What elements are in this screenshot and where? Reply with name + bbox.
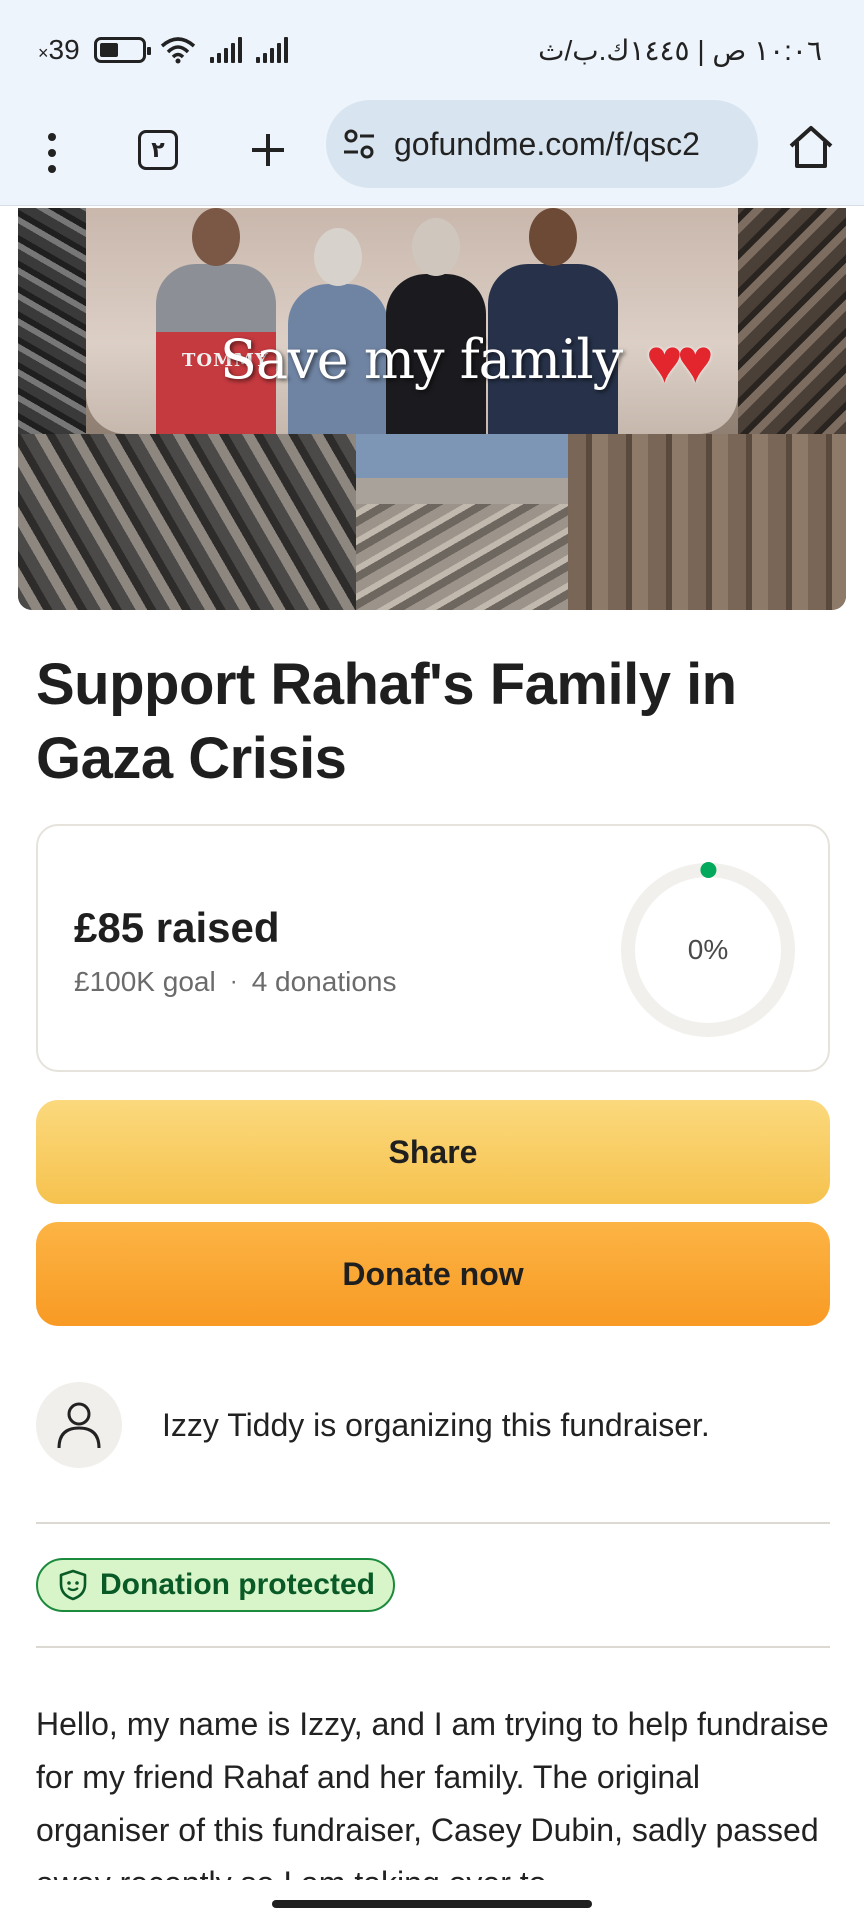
organizer-avatar [36,1382,122,1468]
heart-icon: ♥♥ [646,327,714,396]
goal-amount: £100K goal [74,966,216,997]
progress-percent: 0% [687,934,729,965]
amount-raised: £85 raised [74,904,280,951]
badge-label: Donation protected [100,1568,375,1601]
campaign-title: Support Rahaf's Family in Gaza Crisis [36,652,737,791]
battery-level: ×39 [38,34,80,65]
divider [36,1522,830,1524]
status-bar: ×39 ١٠:٠٦ ص | ١٤٤٥ك.ب/ث [0,0,864,100]
tab-count: ٢ [151,137,165,162]
donate-now-button[interactable]: Donate now [36,1222,830,1326]
divider [36,1646,830,1648]
hero-caption: Save my family [220,328,623,391]
status-left: ×39 [38,34,288,66]
shield-icon [59,1569,87,1601]
goal-separator: · [229,968,238,995]
donation-protected-badge[interactable]: Donation protected [36,1558,395,1612]
browser-toolbar: ٢ gofundme.com/f/qsc2 [0,100,864,206]
url-text: gofundme.com/f/qsc2 [394,125,700,162]
signal-icon-2 [255,37,288,63]
kebab-icon[interactable] [40,122,64,184]
new-tab-button[interactable] [242,124,294,176]
goal-line: £100K goal · 4 donations [74,966,396,998]
signal-icon-1 [209,37,242,63]
wifi-icon [160,37,195,64]
address-bar[interactable]: gofundme.com/f/qsc2 [326,100,758,188]
progress-card: £85 raised £100K goal · 4 donations 0% [36,824,830,1072]
share-button[interactable]: Share [36,1100,830,1204]
user-icon [57,1402,101,1449]
tune-icon[interactable] [342,127,376,161]
donation-count[interactable]: 4 donations [252,966,397,998]
family-photo: TOMMY Save my family ♥♥ [86,208,738,434]
organizer-text: Izzy Tiddy is organizing this fundraiser… [162,1406,710,1443]
battery-icon [93,37,151,63]
campaign-hero-image[interactable]: TOMMY Save my family ♥♥ [18,208,846,610]
gesture-home-indicator[interactable] [272,1900,592,1908]
campaign-story: Hello, my name is Izzy, and I am trying … [36,1706,829,1880]
home-icon[interactable] [786,122,836,172]
rubble-photos [18,434,846,610]
tab-switcher-button[interactable]: ٢ [138,130,178,170]
organizer-row[interactable]: Izzy Tiddy is organizing this fundraiser… [36,1382,830,1468]
status-time: ١٠:٠٦ ص | ١٤٤٥ك.ب/ث [538,34,822,66]
plus-icon [252,134,284,166]
